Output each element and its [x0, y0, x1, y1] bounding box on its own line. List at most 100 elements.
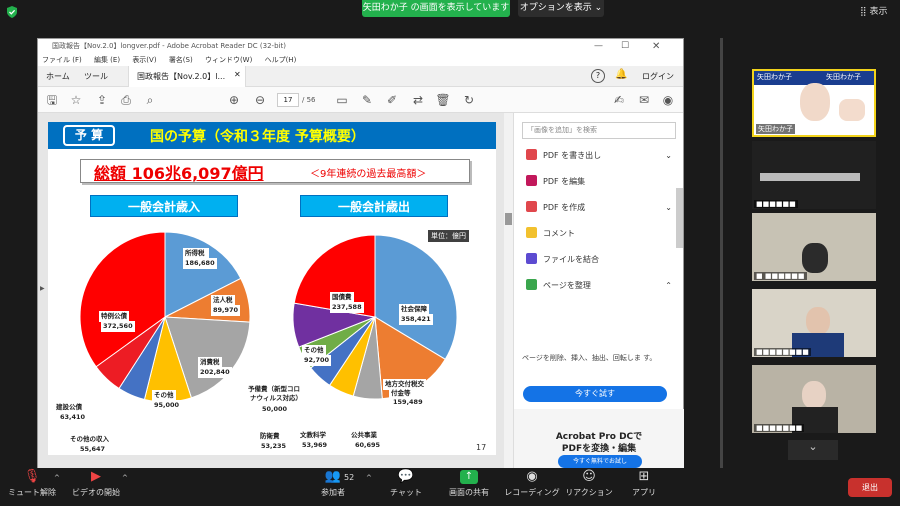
pie-label: その他の収入: [70, 435, 109, 443]
pane-scroll-thumb[interactable]: [676, 188, 683, 248]
bookmark-star-icon[interactable]: ☆: [68, 92, 84, 108]
save-icon[interactable]: 🖫: [44, 92, 60, 108]
share-screen-icon: ↑: [460, 470, 478, 484]
doc-tab-label: 国政報告【Nov.2.0】l...: [137, 72, 226, 81]
menu-file[interactable]: ファイル (F): [42, 56, 82, 64]
banner-text-right: 矢田わか子: [826, 73, 861, 81]
menu-help[interactable]: ヘルプ(H): [265, 56, 297, 64]
collapse-left-icon[interactable]: ▶: [40, 285, 45, 292]
video-tile[interactable]: ■■■■■■■■: [752, 289, 876, 357]
tool-item[interactable]: ページを整理 ⌃: [526, 279, 672, 293]
tab-bar: ホーム ツール 国政報告【Nov.2.0】l... ✕ ? 🔔 ログイン: [38, 66, 683, 87]
title-bar: 国政報告【Nov.2.0】longver.pdf - Adobe Acrobat…: [38, 39, 683, 54]
audio-options-chevron-icon[interactable]: ^: [54, 474, 60, 482]
speaker-hand: [839, 99, 865, 121]
help-icon[interactable]: ?: [591, 69, 605, 83]
video-tile-speaker[interactable]: 矢田わか子 矢田わか子 矢田わか子: [752, 69, 876, 137]
chat-icon: 💬: [397, 469, 415, 484]
bell-icon[interactable]: 🔔: [615, 69, 627, 80]
leave-button[interactable]: 退出: [848, 478, 892, 497]
tool-item[interactable]: PDF を作成 ⌄: [526, 201, 672, 215]
tab-document[interactable]: 国政報告【Nov.2.0】l... ✕: [128, 66, 246, 87]
close-tab-icon[interactable]: ✕: [234, 70, 241, 79]
try-now-button[interactable]: 今すぐ試す: [523, 386, 667, 402]
window-title: 国政報告【Nov.2.0】longver.pdf - Adobe Acrobat…: [52, 42, 286, 50]
login-button[interactable]: ログイン: [642, 71, 674, 82]
scroll-down-icon[interactable]: ⌄: [788, 440, 838, 460]
tool-label: PDF を書き出し: [543, 151, 602, 160]
zoom-search-icon[interactable]: ⌕: [142, 92, 158, 108]
tool-item[interactable]: コメント: [526, 227, 672, 241]
tool-item[interactable]: PDF を書き出し ⌄: [526, 149, 672, 163]
print-icon[interactable]: ⎙: [118, 92, 134, 108]
split-divider[interactable]: [720, 38, 723, 468]
account-icon[interactable]: ◉: [660, 92, 676, 108]
convert-icon[interactable]: ⇄: [410, 92, 426, 108]
rotate-icon[interactable]: ↻: [461, 92, 477, 108]
pie-label: 55,647: [80, 445, 106, 453]
tool-item[interactable]: PDF を編集: [526, 175, 672, 189]
maximize-button[interactable]: ☐: [621, 39, 629, 54]
page-up-icon[interactable]: ⊕: [226, 92, 242, 108]
video-name: ■■■■■■■: [754, 424, 805, 432]
apps-button[interactable]: ⊞ アプリ: [614, 470, 674, 498]
chat-button[interactable]: 💬 チャット: [376, 470, 436, 498]
video-tile[interactable]: ■ ■■■■■■: [752, 213, 876, 281]
minimize-button[interactable]: —: [594, 39, 603, 54]
video-options-chevron-icon[interactable]: ^: [122, 474, 128, 482]
tools-pane: 「画像を追加」を検索 PDF を書き出し ⌄ PDF を編集 PDF を作成 ⌄ コメント…: [513, 113, 684, 469]
upload-icon[interactable]: ⇪: [94, 92, 110, 108]
participants-icon: 👥: [324, 469, 342, 484]
tab-tools[interactable]: ツール: [84, 71, 108, 82]
menu-sign[interactable]: 署名(S): [169, 56, 193, 64]
pie-label: 60,695: [355, 441, 381, 449]
menu-edit[interactable]: 編集 (E): [94, 56, 120, 64]
free-trial-button[interactable]: 今すぐ無料でお試し: [558, 455, 642, 468]
video-tile[interactable]: ■■■■■■■: [752, 365, 876, 433]
doc-scroll-thumb[interactable]: [505, 213, 512, 225]
toolbar: 🖫 ☆ ⇪ ⎙ ⌕ ⊕ ⊖ 17 / 56 ▭ ✎ ✐ ⇄ 🗑 ↻ ✍ ✉ ◉: [38, 87, 683, 113]
reaction-label: リアクション: [565, 488, 613, 497]
view-toggle-button[interactable]: ⣿ 表示: [860, 4, 887, 17]
start-video-button[interactable]: ▶ ビデオの開始: [66, 470, 126, 498]
sign-icon[interactable]: ✍: [611, 92, 627, 108]
tool-icon: [526, 149, 537, 160]
tab-home[interactable]: ホーム: [46, 71, 70, 82]
unmute-button[interactable]: 🎙 ミュート解除: [2, 470, 62, 498]
draw-icon[interactable]: ✐: [384, 92, 400, 108]
participants-chevron-icon[interactable]: ^: [366, 474, 372, 482]
pie-label: ナウィルス対応）: [250, 394, 302, 402]
doc-scrollbar[interactable]: [504, 113, 513, 469]
tool-icon: [526, 279, 537, 290]
delete-icon[interactable]: 🗑: [435, 92, 451, 108]
chevron-down-icon[interactable]: ⌄: [665, 201, 672, 215]
comment-icon[interactable]: ▭: [334, 92, 350, 108]
menu-window[interactable]: ウィンドウ(W): [205, 56, 252, 64]
highlight-pen-icon[interactable]: ✎: [359, 92, 375, 108]
view-toggle-label: 表示: [869, 7, 888, 17]
organize-description: ページを削除、挿入、抽出、回転しま す。: [522, 354, 657, 362]
record-button[interactable]: ◉ レコーディング: [502, 470, 562, 498]
video-name: ■■■■■■■■: [754, 348, 811, 356]
pie-label-layer: 所得税 186,680 法人税 89,970 消費税 202,840 その他 95,000 そ…: [48, 122, 496, 455]
reaction-button[interactable]: ☺ リアクション: [559, 470, 619, 498]
chat-label: チャット: [390, 488, 422, 497]
view-options-button[interactable]: オプションを表示 ⌄: [518, 0, 604, 17]
participant-count: 52: [344, 473, 355, 482]
video-tile[interactable]: ■■■■■■: [752, 141, 876, 209]
chevron-down-icon: ⌄: [594, 3, 603, 13]
menu-view[interactable]: 表示(V): [132, 56, 156, 64]
tool-search-input[interactable]: 「画像を追加」を検索: [522, 122, 676, 139]
chevron-down-icon[interactable]: ⌄: [665, 149, 672, 163]
document-area[interactable]: ▶ 予 算 国の予算（令和３年度 予算概要） 総額 106兆6,097億円 ＜9…: [38, 113, 513, 469]
page-number-input[interactable]: 17: [277, 93, 299, 107]
page-down-icon[interactable]: ⊖: [252, 92, 268, 108]
mail-icon[interactable]: ✉: [636, 92, 652, 108]
tool-item[interactable]: ファイルを結合: [526, 253, 672, 267]
record-icon: ◉: [526, 469, 538, 484]
pie-label: 159,489: [391, 397, 425, 408]
close-window-button[interactable]: ✕: [652, 39, 660, 54]
share-screen-button[interactable]: ↑ 画面の共有: [439, 470, 499, 498]
chevron-up-icon[interactable]: ⌃: [665, 279, 672, 293]
tool-label: PDF を作成: [543, 203, 586, 212]
